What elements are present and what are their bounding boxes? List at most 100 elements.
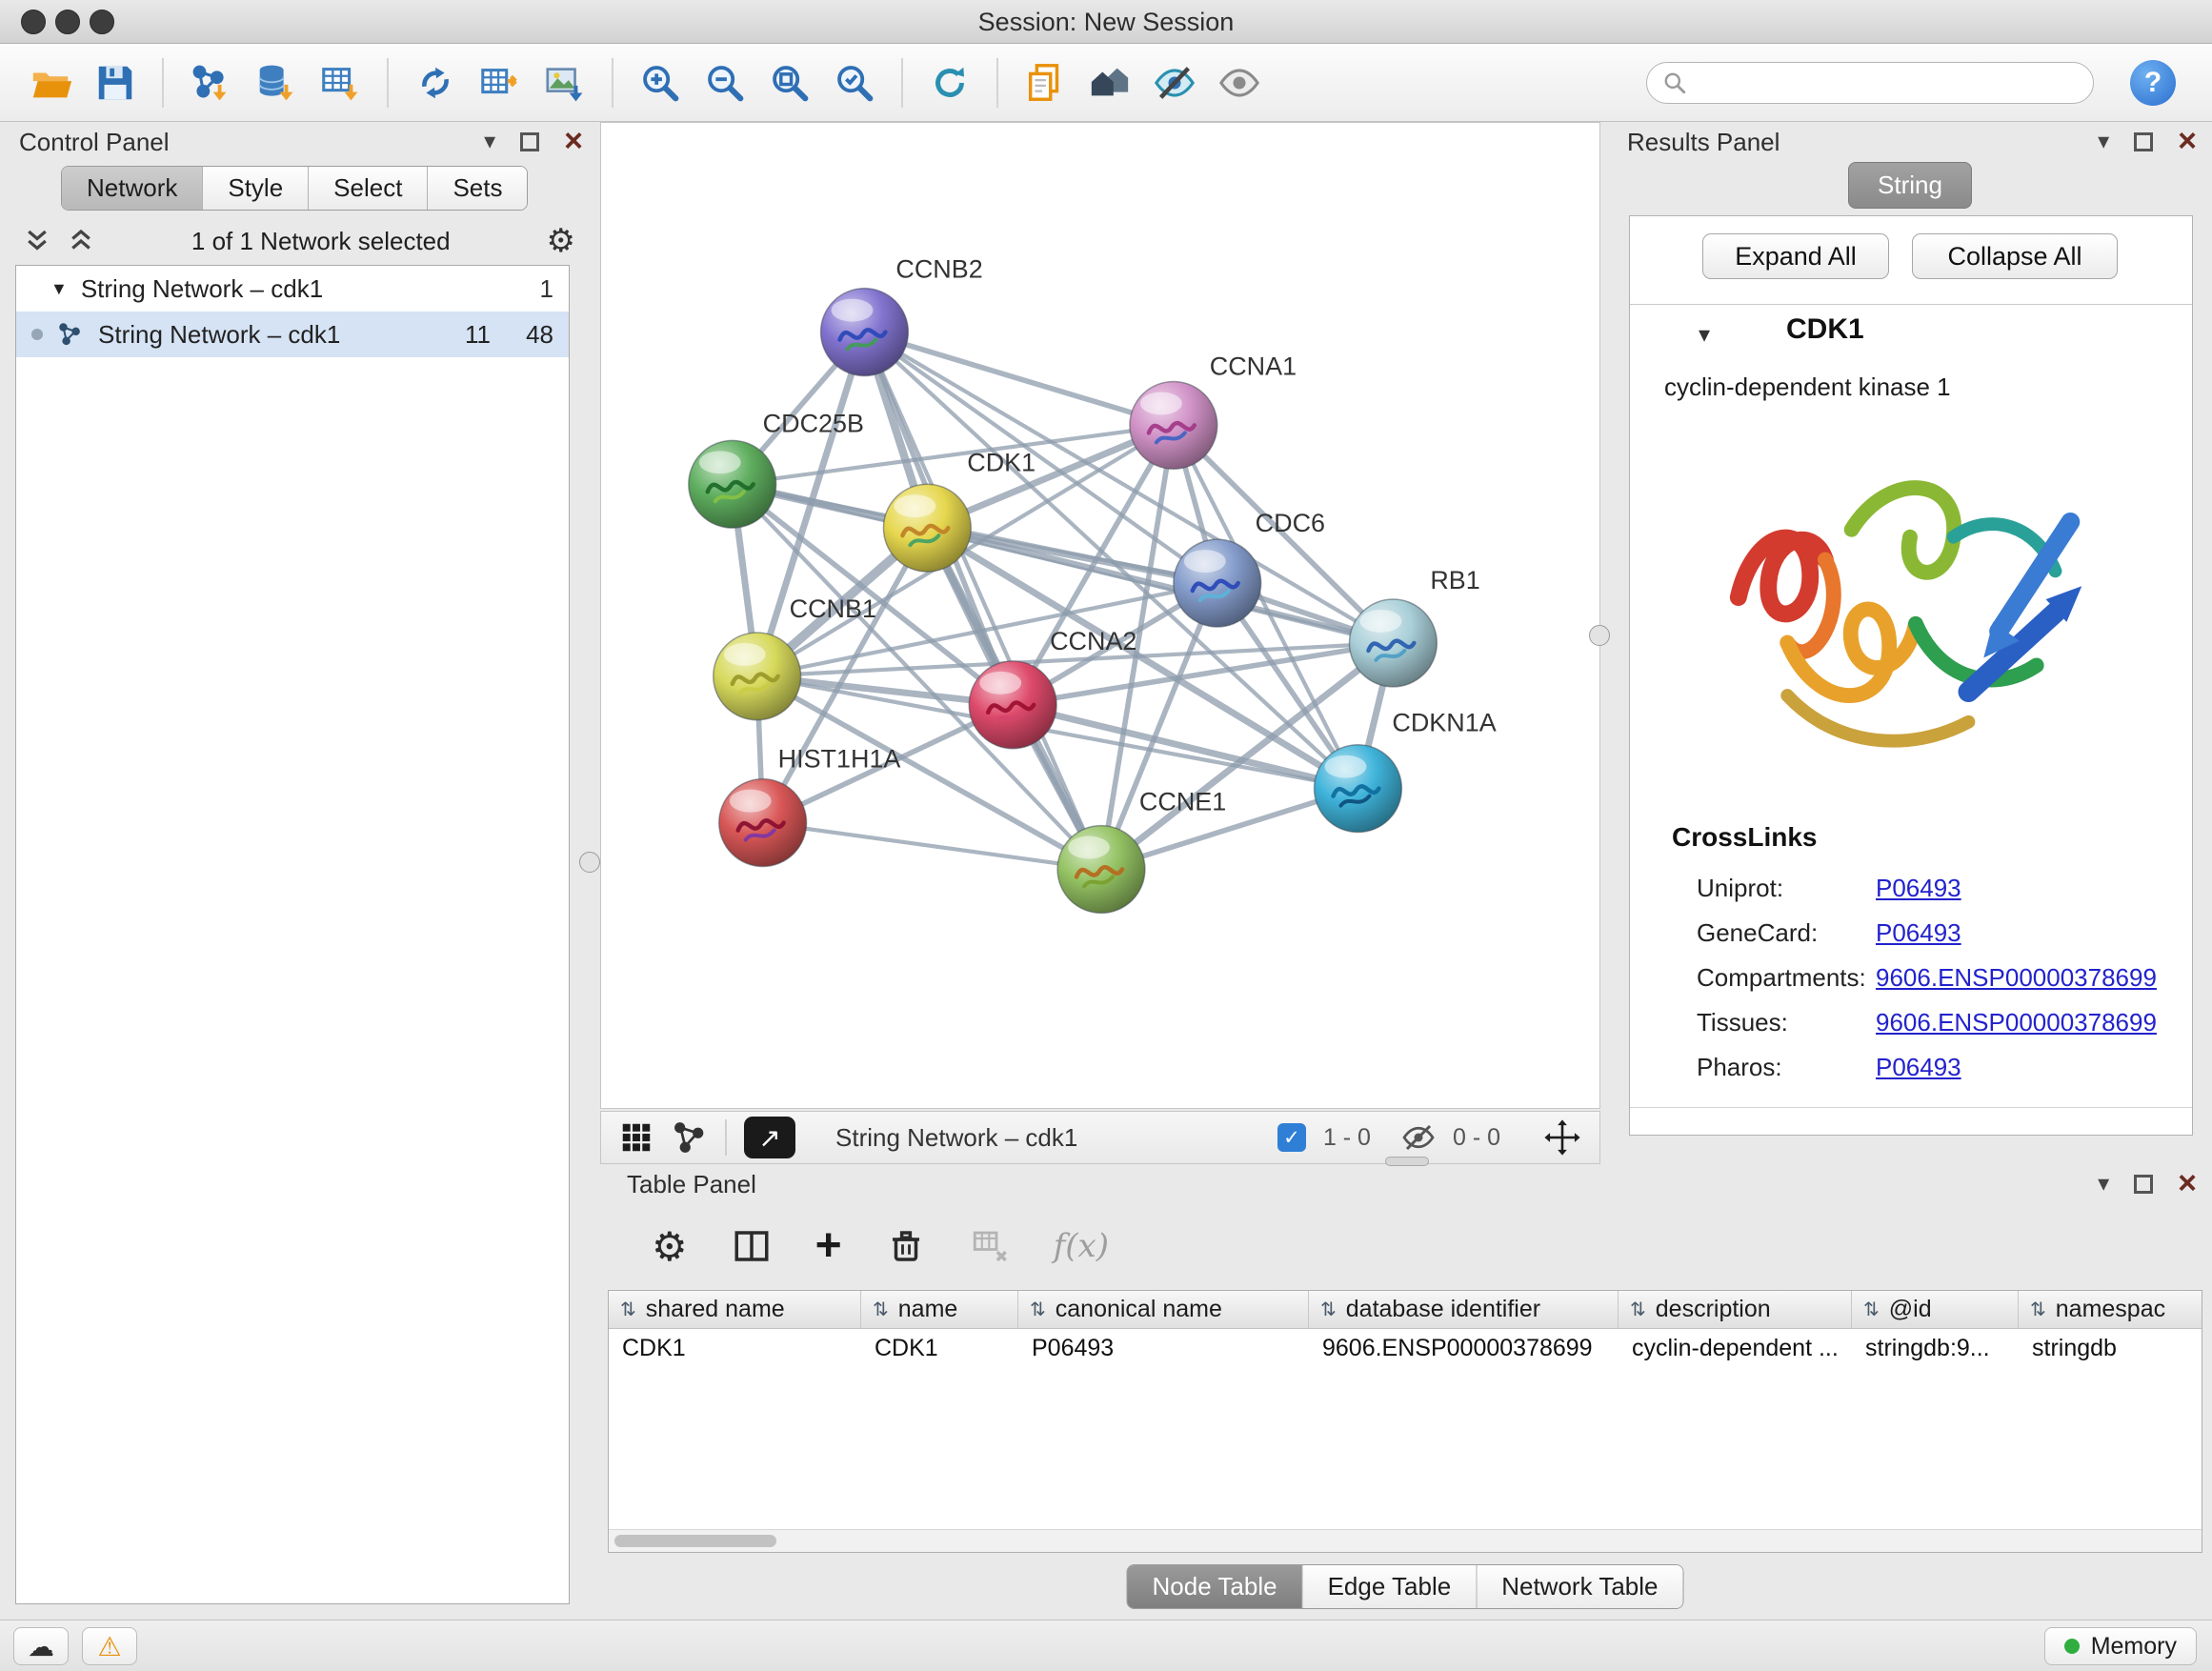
tab-network[interactable]: Network <box>62 167 203 210</box>
network-arrows-button[interactable] <box>408 54 463 111</box>
network-node-CCNA2[interactable] <box>969 661 1056 749</box>
network-node-CDC6[interactable] <box>1174 539 1261 627</box>
section-collapse-icon[interactable]: ▾ <box>1699 321 1710 349</box>
tab-edge-table[interactable]: Edge Table <box>1303 1565 1478 1608</box>
results-panel-close-button[interactable]: × <box>2178 129 2197 154</box>
expand-all-icon[interactable] <box>67 227 95 255</box>
zoom-fit-button[interactable] <box>762 54 817 111</box>
cloud-icon: ☁ <box>28 1631 54 1662</box>
import-network-database-button[interactable] <box>248 54 303 111</box>
tab-network-table[interactable]: Network Table <box>1477 1565 1682 1608</box>
zoom-in-button[interactable] <box>633 54 688 111</box>
table-panel-close-button[interactable]: × <box>2178 1171 2197 1197</box>
crosslink-compartments-link[interactable]: 9606.ENSP00000378699 <box>1876 963 2157 993</box>
tab-node-table[interactable]: Node Table <box>1128 1565 1303 1608</box>
grid-view-icon[interactable] <box>618 1119 654 1156</box>
open-in-new-window-button[interactable]: ↗ <box>744 1117 795 1158</box>
save-session-button[interactable] <box>88 54 143 111</box>
tab-sets[interactable]: Sets <box>428 167 527 210</box>
export-image-button[interactable] <box>537 54 593 111</box>
trash-icon[interactable] <box>886 1226 926 1266</box>
edge-CCNB2-CCNA1[interactable] <box>864 332 1173 426</box>
table-panel-float-button[interactable]: ▾ <box>2098 1173 2109 1196</box>
import-table-button[interactable] <box>312 54 368 111</box>
window-minimize-button[interactable] <box>55 10 80 34</box>
edge-CCNB2-CCNE1[interactable] <box>864 332 1101 870</box>
column-header-canonical-name[interactable]: ⇅canonical name <box>1018 1291 1309 1328</box>
add-column-icon[interactable]: + <box>815 1223 842 1269</box>
crosslink-pharos-link[interactable]: P06493 <box>1876 1053 1961 1082</box>
network-node-CCNA1[interactable] <box>1130 381 1217 469</box>
column-header-id[interactable]: ⇅@id <box>1852 1291 2019 1328</box>
apply-layout-button[interactable] <box>922 54 977 111</box>
network-node-CDK1[interactable] <box>883 484 971 572</box>
column-header-shared-name[interactable]: ⇅shared name <box>609 1291 861 1328</box>
splitter-handle-right[interactable] <box>1589 625 1610 646</box>
control-panel-close-button[interactable]: × <box>564 129 583 154</box>
tab-select[interactable]: Select <box>309 167 428 210</box>
crosslink-tissues-link[interactable]: 9606.ENSP00000378699 <box>1876 1008 2157 1037</box>
open-session-button[interactable] <box>23 54 78 111</box>
network-node-CCNB2[interactable] <box>821 289 909 376</box>
help-button[interactable]: ? <box>2130 60 2176 106</box>
hidden-eye-icon[interactable] <box>1401 1120 1436 1155</box>
window-close-button[interactable] <box>21 10 46 34</box>
splitter-grip-horizontal[interactable] <box>1385 1157 1429 1166</box>
search-input[interactable] <box>1697 70 2068 96</box>
show-hidden-button[interactable] <box>1212 54 1267 111</box>
disclosure-triangle-icon[interactable]: ▼ <box>50 279 68 299</box>
selected-nodes-edges-counter: 1 - 0 <box>1323 1124 1371 1152</box>
network-node-CDKN1A[interactable] <box>1315 745 1402 833</box>
column-header-name[interactable]: ⇅name <box>861 1291 1018 1328</box>
gear-icon[interactable]: ⚙ <box>547 222 575 260</box>
network-tree-child-row[interactable]: String Network – cdk1 11 48 <box>16 312 569 357</box>
sort-icon: ⇅ <box>620 1298 636 1321</box>
selected-checkbox-icon[interactable]: ✓ <box>1277 1123 1306 1152</box>
scrollbar-thumb[interactable] <box>614 1535 776 1547</box>
warnings-button[interactable]: ⚠ <box>82 1627 137 1665</box>
network-node-HIST1H1A[interactable] <box>719 779 807 867</box>
network-node-CDC25B[interactable] <box>689 440 776 528</box>
hide-selected-button[interactable] <box>1147 54 1202 111</box>
collapse-all-button[interactable]: Collapse All <box>1912 233 2118 279</box>
collapse-all-icon[interactable] <box>23 227 51 255</box>
network-node-RB1[interactable] <box>1349 599 1437 687</box>
show-columns-icon[interactable] <box>732 1226 772 1266</box>
tab-style[interactable]: Style <box>203 167 309 210</box>
table-panel-maximize-button[interactable] <box>2134 1175 2153 1194</box>
network-tree-root-row[interactable]: ▼ String Network – cdk1 1 <box>16 266 569 312</box>
network-node-CCNB1[interactable] <box>714 633 801 720</box>
network-overview-icon[interactable] <box>672 1119 708 1156</box>
network-node-CCNE1[interactable] <box>1057 826 1145 914</box>
horizontal-scrollbar[interactable] <box>609 1529 2202 1552</box>
splitter-handle-left[interactable] <box>579 852 600 873</box>
control-panel-float-button[interactable]: ▾ <box>484 131 495 153</box>
table-row[interactable]: CDK1 CDK1 P06493 9606.ENSP00000378699 cy… <box>609 1329 2202 1367</box>
copy-pages-icon <box>1023 61 1067 105</box>
control-panel-maximize-button[interactable] <box>520 132 539 151</box>
export-table-button[interactable] <box>473 54 528 111</box>
pan-crosshair-icon[interactable] <box>1542 1117 1582 1158</box>
zoom-out-button[interactable] <box>697 54 753 111</box>
memory-button[interactable]: Memory <box>2044 1627 2197 1665</box>
crosslink-genecard-link[interactable]: P06493 <box>1876 918 1961 948</box>
table-settings-gear-icon[interactable]: ⚙ <box>652 1223 688 1270</box>
column-header-namespace[interactable]: ⇅namespac <box>2019 1291 2200 1328</box>
results-panel-maximize-button[interactable] <box>2134 132 2153 151</box>
results-panel-float-button[interactable]: ▾ <box>2098 131 2109 153</box>
edge-HIST1H1A-CCNE1[interactable] <box>763 823 1101 870</box>
save-icon <box>93 61 137 105</box>
zoom-selected-button[interactable] <box>827 54 882 111</box>
show-all-views-button[interactable] <box>1082 54 1137 111</box>
duplicate-network-button[interactable] <box>1017 54 1073 111</box>
column-header-description[interactable]: ⇅description <box>1619 1291 1852 1328</box>
cloud-status-button[interactable]: ☁ <box>13 1627 69 1665</box>
expand-all-button[interactable]: Expand All <box>1702 233 1889 279</box>
network-canvas[interactable]: CCNB2CCNA1CDC25BCDK1CDC6RB1CCNB1CCNA2CDK… <box>600 122 1600 1109</box>
import-network-file-button[interactable] <box>183 54 238 111</box>
search-box[interactable] <box>1646 62 2094 104</box>
tab-string[interactable]: String <box>1848 162 1972 209</box>
window-zoom-button[interactable] <box>90 10 114 34</box>
column-header-database-identifier[interactable]: ⇅database identifier <box>1309 1291 1619 1328</box>
crosslink-uniprot-link[interactable]: P06493 <box>1876 874 1961 903</box>
